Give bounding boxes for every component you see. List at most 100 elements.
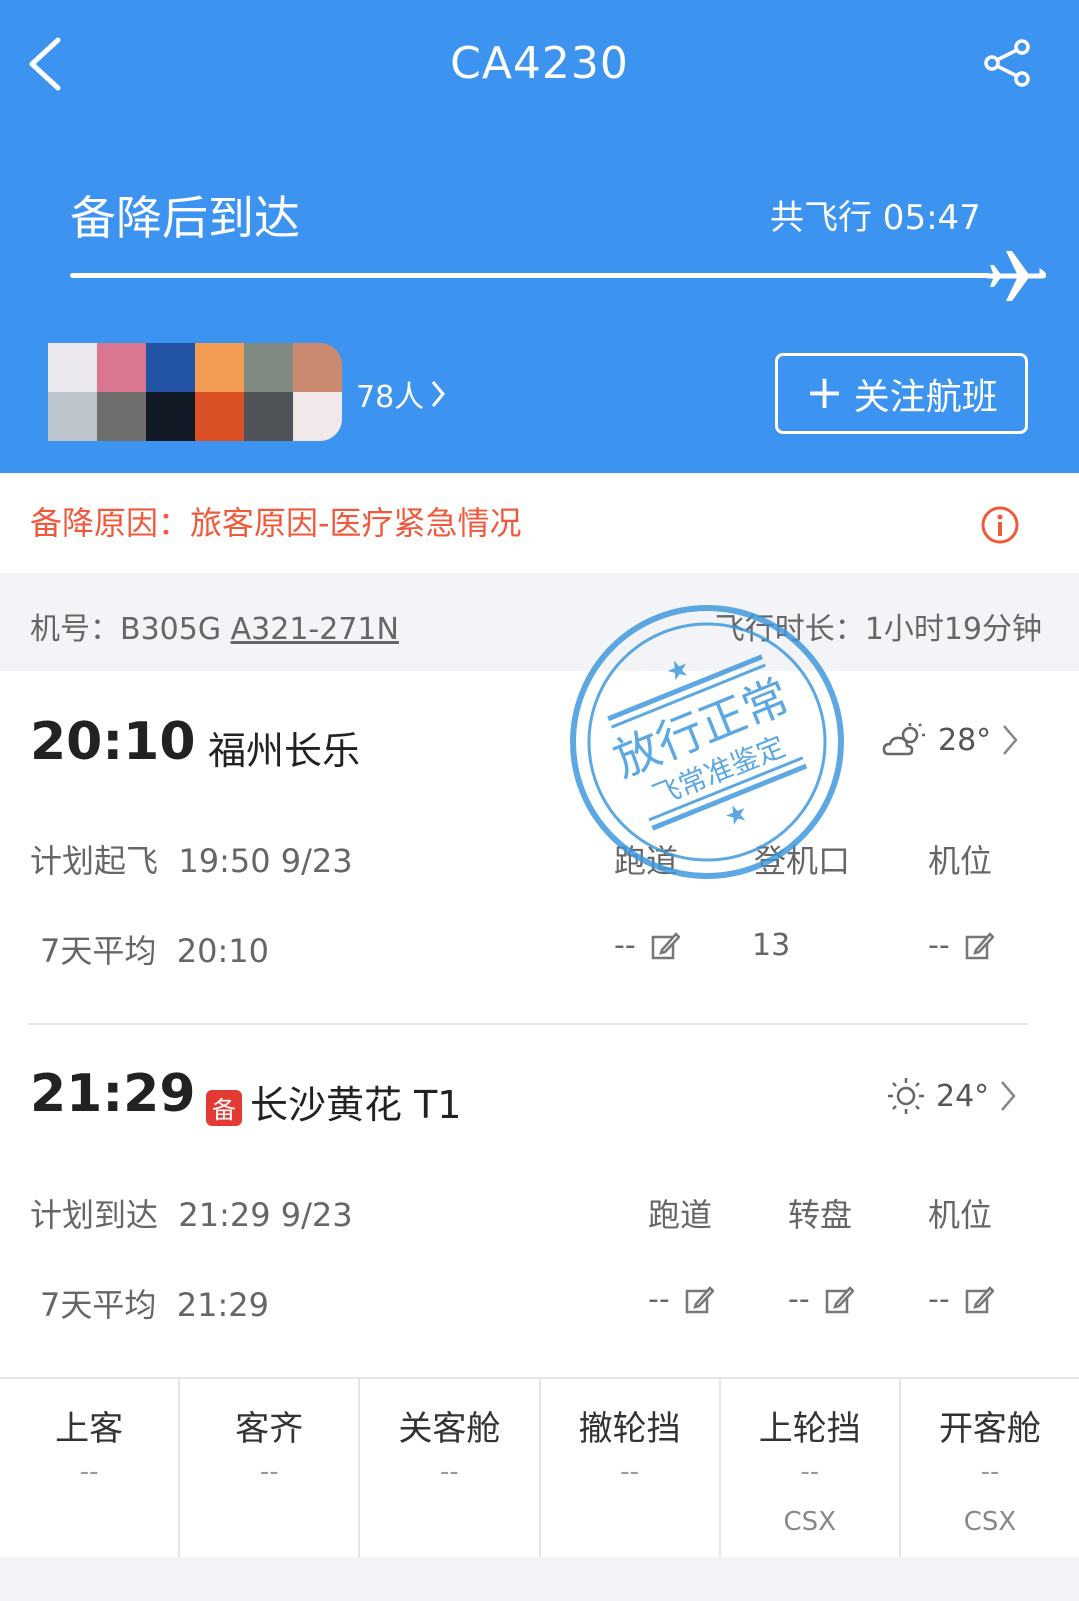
planned-arrival: 计划到达 21:29 9/23 bbox=[30, 1190, 353, 1236]
avg-value: 21:29 bbox=[176, 1286, 269, 1324]
gate-header: 登机口 bbox=[753, 842, 850, 880]
runway-header: 跑道 bbox=[647, 1196, 712, 1234]
svg-text:★: ★ bbox=[720, 797, 753, 834]
stand-value: -- bbox=[928, 928, 950, 963]
avatar bbox=[195, 392, 244, 441]
avatar bbox=[244, 392, 293, 441]
planned-departure: 计划起飞 19:50 9/23 bbox=[30, 836, 353, 882]
arrival-7day-average: 7天平均 21:29 bbox=[40, 1280, 269, 1326]
arrival-runway-value[interactable]: -- bbox=[648, 1282, 714, 1317]
diversion-reason-text: 备降原因：旅客原因-医疗紧急情况 bbox=[30, 504, 522, 542]
aircraft-registration: 机号：B305G A321-271N bbox=[30, 604, 399, 648]
avatar bbox=[293, 392, 342, 441]
edit-icon bbox=[651, 931, 680, 959]
edit-icon bbox=[825, 1285, 854, 1313]
arrival-airport[interactable]: 备长沙黄花 T1 bbox=[206, 1074, 461, 1129]
avatar bbox=[146, 392, 195, 441]
follow-flight-label: 关注航班 bbox=[853, 376, 998, 418]
carousel-value: -- bbox=[788, 1282, 810, 1317]
status-value: -- bbox=[980, 1457, 1000, 1487]
total-flight-duration: 共飞行 05:47 bbox=[770, 198, 981, 238]
aircraft-model-link[interactable]: A321-271N bbox=[231, 612, 399, 647]
airplane-icon bbox=[985, 251, 1046, 301]
status-value: -- bbox=[259, 1457, 279, 1487]
planned-arrival-label: 计划到达 bbox=[30, 1196, 159, 1234]
avatar bbox=[146, 343, 195, 392]
avatar bbox=[48, 392, 97, 441]
arrival-carousel-value[interactable]: -- bbox=[788, 1282, 854, 1317]
status-chocks-off: 撤轮挡 -- bbox=[541, 1379, 721, 1557]
arrival-airport-name: 长沙黄花 T1 bbox=[250, 1083, 462, 1127]
section-divider bbox=[28, 1023, 1028, 1025]
flight-status: 备降后到达 bbox=[70, 191, 300, 245]
stand-value: -- bbox=[928, 1282, 950, 1317]
status-value: -- bbox=[620, 1457, 639, 1487]
planned-arrival-value: 21:29 9/23 bbox=[178, 1196, 353, 1234]
arrival-weather[interactable]: 24° bbox=[886, 1076, 1017, 1116]
footer-strip bbox=[0, 1557, 1079, 1601]
alternate-badge: 备 bbox=[206, 1089, 242, 1126]
info-icon[interactable] bbox=[980, 505, 1020, 545]
chevron-right-icon bbox=[1003, 725, 1018, 755]
passenger-count-link[interactable]: 78人 bbox=[356, 372, 446, 416]
status-label: 客齐 bbox=[235, 1409, 304, 1449]
passenger-count: 78人 bbox=[356, 380, 425, 415]
stamp-line1: 放行正常 bbox=[606, 669, 797, 788]
status-boarding-complete: 客齐 -- bbox=[180, 1379, 361, 1557]
status-airport: CSX bbox=[963, 1507, 1017, 1537]
departure-runway-value[interactable]: -- bbox=[614, 928, 680, 963]
planned-departure-value: 19:50 9/23 bbox=[178, 842, 353, 880]
partly-cloudy-icon bbox=[882, 723, 925, 756]
runway-value: -- bbox=[614, 928, 636, 963]
stand-header: 机位 bbox=[927, 842, 992, 880]
follow-flight-button[interactable]: + 关注航班 bbox=[775, 353, 1028, 434]
share-icon[interactable] bbox=[982, 38, 1032, 88]
avatar bbox=[97, 343, 146, 392]
status-label: 上客 bbox=[55, 1409, 124, 1449]
edit-icon bbox=[965, 931, 994, 959]
status-label: 上轮挡 bbox=[758, 1409, 861, 1449]
flight-progress-bar bbox=[70, 273, 990, 278]
avatar bbox=[97, 392, 146, 441]
departure-gate-value: 13 bbox=[752, 928, 790, 963]
edit-icon bbox=[685, 1285, 714, 1313]
departure-stand-value[interactable]: -- bbox=[928, 928, 994, 963]
registration-label: 机号：B305G bbox=[30, 612, 231, 647]
departure-airport[interactable]: 福州长乐 bbox=[208, 720, 360, 775]
gate-value: 13 bbox=[752, 928, 791, 963]
avatar bbox=[48, 343, 97, 392]
flight-header: CA4230 备降后到达 共飞行 05:47 78人 + 关注航班 bbox=[0, 0, 1079, 473]
arrival-stand-value[interactable]: -- bbox=[928, 1282, 994, 1317]
stand-header: 机位 bbox=[927, 1196, 992, 1234]
sunny-icon bbox=[888, 1078, 924, 1114]
stamp-line2: 飞常准鉴定 bbox=[648, 730, 790, 813]
flight-number-title: CA4230 bbox=[450, 38, 629, 89]
departure-time: 20:10 bbox=[30, 712, 196, 772]
status-cabin-closed: 关客舱 -- bbox=[360, 1379, 541, 1557]
carousel-header: 转盘 bbox=[787, 1196, 852, 1234]
planned-departure-label: 计划起飞 bbox=[30, 842, 159, 880]
status-boarding: 上客 -- bbox=[0, 1379, 181, 1557]
status-label: 撤轮挡 bbox=[578, 1409, 681, 1449]
arrival-time: 21:29 bbox=[30, 1064, 196, 1124]
avg-label: 7天平均 bbox=[40, 932, 157, 970]
runway-header: 跑道 bbox=[613, 842, 678, 880]
status-value: -- bbox=[800, 1457, 820, 1487]
arrival-temperature: 24° bbox=[936, 1078, 990, 1114]
departure-7day-average: 7天平均 20:10 bbox=[40, 926, 269, 972]
status-value: -- bbox=[440, 1457, 459, 1487]
departure-temperature: 28° bbox=[938, 722, 992, 758]
chevron-right-icon bbox=[1001, 1081, 1016, 1111]
status-label: 关客舱 bbox=[398, 1409, 501, 1449]
departure-weather[interactable]: 28° bbox=[882, 722, 1019, 758]
avatar bbox=[244, 343, 293, 392]
edit-icon bbox=[965, 1285, 994, 1313]
avg-value: 20:10 bbox=[176, 932, 269, 970]
runway-value: -- bbox=[648, 1282, 670, 1317]
plus-icon: + bbox=[805, 364, 844, 419]
chevron-right-icon bbox=[432, 381, 446, 407]
passenger-avatars[interactable] bbox=[48, 343, 342, 441]
status-airport: CSX bbox=[783, 1507, 837, 1537]
status-label: 开客舱 bbox=[938, 1409, 1041, 1449]
avg-label: 7天平均 bbox=[40, 1286, 157, 1324]
